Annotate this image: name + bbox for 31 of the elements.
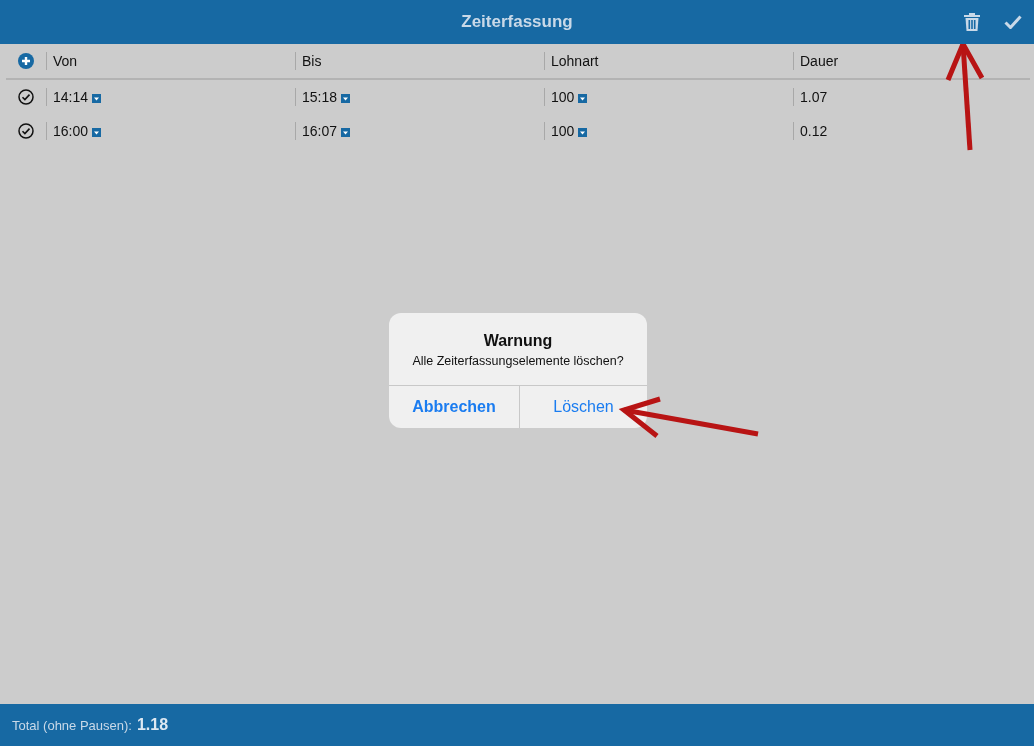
table-cell: 0.12: [800, 123, 828, 139]
table-cell: 15:18: [302, 89, 338, 105]
dropdown-icon[interactable]: [92, 128, 102, 137]
check-circle-icon[interactable]: [18, 89, 34, 105]
dropdown-icon[interactable]: [341, 94, 351, 103]
column-header: Bis: [302, 53, 322, 69]
table-cell: 1.07: [800, 89, 828, 105]
dropdown-icon[interactable]: [578, 128, 588, 137]
dropdown-icon[interactable]: [92, 94, 102, 103]
total-label: Total (ohne Pausen):: [12, 717, 132, 733]
trash-icon: [964, 13, 980, 31]
column-header: Lohnart: [551, 53, 599, 69]
column-header: Von: [53, 53, 78, 69]
cancel-button[interactable]: Abbrechen: [389, 386, 519, 428]
total-value: 1.18: [136, 716, 169, 734]
add-row-button[interactable]: [18, 53, 34, 69]
delete-confirm-button[interactable]: Löschen: [519, 386, 647, 428]
dropdown-icon[interactable]: [341, 128, 351, 137]
screen-title: Zeiterfassung: [461, 12, 573, 32]
table-cell: 16:00: [53, 123, 89, 139]
dropdown-icon[interactable]: [578, 94, 588, 103]
table-cell: 100: [551, 123, 575, 139]
plus-circle-icon: [18, 53, 34, 69]
dialog-message: Alle Zeiterfassungselemente löschen?: [411, 354, 625, 368]
check-circle-icon[interactable]: [18, 123, 34, 139]
table-cell: 100: [551, 89, 575, 105]
dialog-title: Warnung: [482, 332, 554, 350]
table-cell: 14:14: [53, 89, 89, 105]
checkmark-icon: [1004, 15, 1022, 29]
table-cell: 16:07: [302, 123, 338, 139]
column-header: Dauer: [800, 53, 839, 69]
